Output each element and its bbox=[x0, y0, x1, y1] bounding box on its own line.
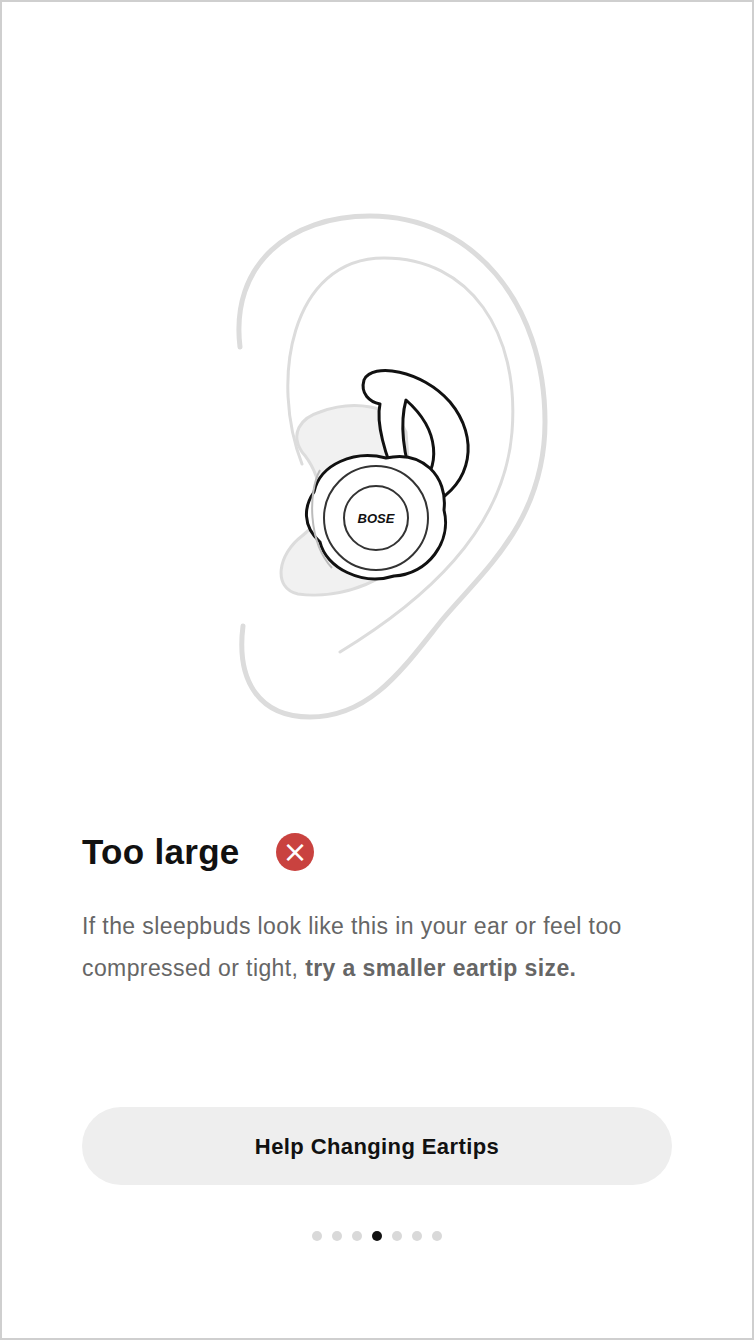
page-dot[interactable] bbox=[412, 1231, 422, 1241]
page-dot[interactable] bbox=[352, 1231, 362, 1241]
description-emphasis: try a smaller eartip size. bbox=[305, 955, 576, 981]
fit-screen: BOSE Too large × If the sleepbuds look lik… bbox=[0, 0, 754, 1340]
svg-text:×: × bbox=[282, 834, 307, 869]
page-indicator bbox=[82, 1231, 672, 1241]
fit-content: Too large × If the sleepbuds look like thi… bbox=[2, 830, 752, 1241]
page-dot[interactable] bbox=[432, 1231, 442, 1241]
page-dot[interactable] bbox=[392, 1231, 402, 1241]
ear-illustration: BOSE bbox=[2, 2, 752, 830]
cross-icon: × bbox=[276, 833, 314, 871]
fit-title: Too large bbox=[82, 830, 240, 874]
page-dot[interactable] bbox=[312, 1231, 322, 1241]
page-dot[interactable] bbox=[332, 1231, 342, 1241]
title-row: Too large × bbox=[82, 830, 672, 874]
page-dot[interactable] bbox=[372, 1231, 382, 1241]
fit-description: If the sleepbuds look like this in your … bbox=[82, 905, 672, 989]
help-changing-eartips-button[interactable]: Help Changing Eartips bbox=[82, 1107, 672, 1185]
brand-logo: BOSE bbox=[358, 511, 395, 526]
